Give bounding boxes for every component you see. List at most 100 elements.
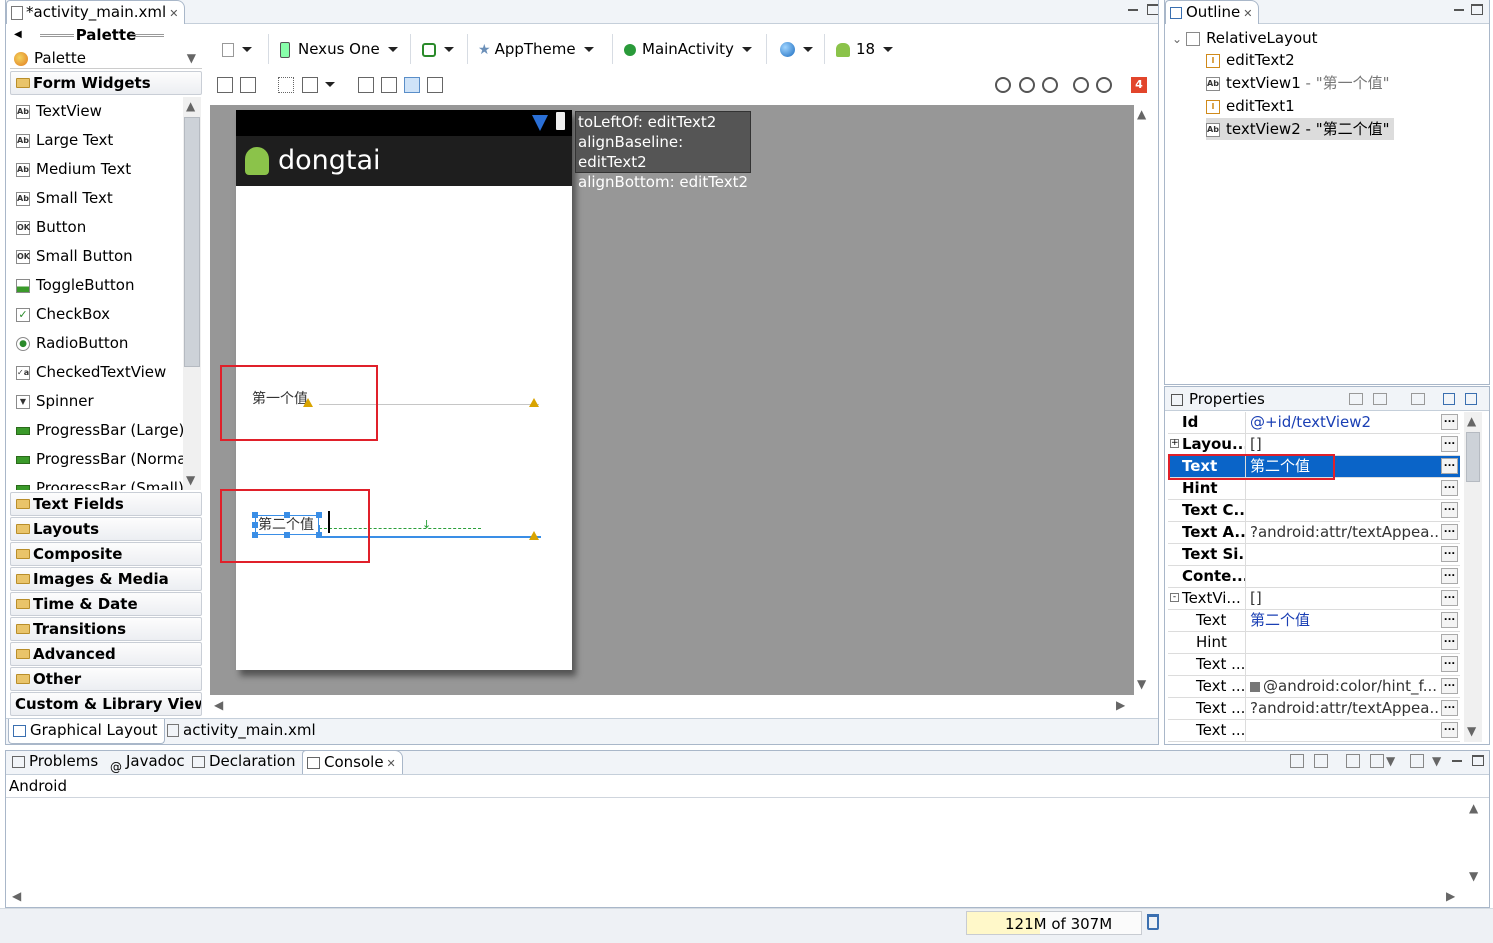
scroll-left-icon[interactable]: ◀ — [214, 698, 223, 712]
scroll-thumb[interactable] — [1466, 432, 1480, 482]
scroll-up-icon[interactable]: ▲ — [1137, 107, 1146, 121]
device-dropdown[interactable]: Nexus One — [280, 36, 398, 62]
close-icon[interactable]: ✕ — [169, 7, 178, 20]
scroll-down-icon[interactable]: ▼ — [186, 473, 195, 487]
align-baseline-icon[interactable] — [358, 77, 374, 93]
chevron-down-icon[interactable] — [325, 82, 335, 87]
property-value[interactable]: ?android:attr/textAppea... — [1248, 698, 1438, 719]
property-value[interactable]: 第二个值 — [1248, 610, 1438, 631]
palette-item[interactable]: OK Button — [16, 213, 186, 242]
scroll-down-icon[interactable]: ▼ — [1137, 677, 1146, 691]
property-row[interactable]: - TextVi...[]... — [1168, 588, 1460, 610]
property-row[interactable]: Text ... @android:color/hint_f...... — [1168, 676, 1460, 698]
expand-all-icon[interactable] — [1443, 393, 1455, 405]
scroll-down-icon[interactable]: ▼ — [1467, 724, 1476, 738]
edit-property-button[interactable]: ... — [1441, 722, 1458, 738]
property-row[interactable]: Text Si...... — [1168, 544, 1460, 566]
collapse-icon[interactable]: - — [1170, 593, 1179, 602]
edit-property-button[interactable]: ... — [1441, 678, 1458, 694]
palette-item[interactable]: ▼ Spinner — [16, 387, 186, 416]
scroll-lock-icon[interactable] — [1314, 754, 1328, 768]
tab-javadoc[interactable]: @ Javadoc — [106, 750, 191, 774]
property-value[interactable]: @android:color/hint_f... — [1248, 676, 1438, 697]
palette-item[interactable]: ● RadioButton — [16, 329, 186, 358]
palette-item[interactable]: Ab TextView — [16, 97, 186, 126]
edit-property-button[interactable]: ... — [1441, 612, 1458, 628]
align-parent-icon[interactable] — [427, 77, 443, 93]
heap-status[interactable]: 121M of 307M — [966, 911, 1142, 935]
property-row[interactable]: Text ... ?android:attr/textAppea...... — [1168, 698, 1460, 720]
collapse-all-icon[interactable] — [1465, 393, 1477, 405]
outline-item[interactable]: Ab textView2 - "第二个值" — [1206, 118, 1394, 140]
edit-property-button[interactable]: ... — [1441, 634, 1458, 650]
palette-item[interactable]: OK Small Button — [16, 242, 186, 271]
fill-height-icon[interactable] — [240, 77, 256, 93]
zoom-real-icon[interactable] — [1042, 77, 1058, 93]
display-console-icon[interactable] — [1370, 754, 1384, 768]
category-other[interactable]: Other — [10, 667, 202, 691]
close-icon[interactable]: ✕ — [387, 757, 396, 770]
editor-tab[interactable]: *activity_main.xml ✕ — [6, 0, 186, 24]
scroll-up-icon[interactable]: ▲ — [186, 99, 195, 113]
category-form-widgets[interactable]: Form Widgets — [10, 71, 202, 95]
category-text-fields[interactable]: Text Fields — [10, 492, 202, 516]
edit-property-button[interactable]: ... — [1441, 546, 1458, 562]
config-dropdown[interactable] — [222, 36, 252, 62]
property-row[interactable]: Text ...... — [1168, 720, 1460, 742]
category-composite[interactable]: Composite — [10, 542, 202, 566]
property-value[interactable]: @+id/textView2 — [1248, 412, 1438, 433]
close-icon[interactable]: ✕ — [1243, 7, 1252, 20]
zoom-fit-icon[interactable] — [995, 77, 1011, 93]
property-value[interactable] — [1248, 478, 1438, 499]
palette-item[interactable]: Ab Small Text — [16, 184, 186, 213]
category-transitions[interactable]: Transitions — [10, 617, 202, 641]
property-row[interactable]: Hint... — [1168, 632, 1460, 654]
scroll-down-icon[interactable]: ▼ — [1469, 869, 1478, 883]
locale-dropdown[interactable] — [780, 36, 813, 62]
canvas-scrollbar-v[interactable]: ▲ ▼ — [1134, 105, 1152, 695]
tab-console[interactable]: Console ✕ — [302, 750, 403, 774]
tab-declaration[interactable]: Declaration — [188, 750, 301, 774]
edit-property-button[interactable]: ... — [1441, 524, 1458, 540]
minimize-icon[interactable] — [1127, 4, 1139, 15]
zoom-out-icon[interactable] — [1073, 77, 1089, 93]
property-value[interactable] — [1248, 632, 1438, 653]
scroll-thumb[interactable] — [184, 117, 200, 367]
align-left-icon[interactable] — [404, 77, 420, 93]
property-row[interactable]: Text 第二个值... — [1168, 610, 1460, 632]
center-vertical-icon[interactable] — [381, 77, 397, 93]
tab-problems[interactable]: Problems — [8, 750, 104, 774]
clear-console-icon[interactable] — [1290, 754, 1304, 768]
minimize-icon[interactable] — [1452, 760, 1462, 762]
palette-item[interactable]: ✓ CheckBox — [16, 300, 186, 329]
outline-item[interactable]: Ab textView1 - "第一个值" — [1206, 72, 1390, 94]
console-scrollbar-v[interactable]: ▲ ▼ — [1466, 799, 1484, 887]
api-dropdown[interactable]: 18 — [836, 36, 894, 62]
palette-item[interactable]: ToggleButton — [16, 271, 186, 300]
expand-icon[interactable]: + — [1170, 439, 1179, 448]
palette-item[interactable]: Ab Medium Text — [16, 155, 186, 184]
maximize-icon[interactable] — [1147, 4, 1158, 15]
property-value[interactable] — [1248, 566, 1438, 587]
zoom-actual-icon[interactable] — [1019, 77, 1035, 93]
open-console-icon[interactable] — [1410, 754, 1424, 768]
tab-graphical-layout[interactable]: Graphical Layout — [8, 719, 165, 744]
property-row[interactable]: Hint... — [1168, 478, 1460, 500]
category-layouts[interactable]: Layouts — [10, 517, 202, 541]
scroll-left-icon[interactable]: ◀ — [12, 889, 21, 903]
maximize-icon[interactable] — [1472, 755, 1484, 766]
edit-property-button[interactable]: ... — [1441, 436, 1458, 452]
palette-scrollbar[interactable]: ▲ ▼ — [183, 97, 201, 490]
edit-property-button[interactable]: ... — [1441, 480, 1458, 496]
outline-item[interactable]: IeditText1 — [1206, 95, 1295, 117]
edit-property-button[interactable]: ... — [1441, 458, 1458, 474]
canvas-scrollbar-h[interactable]: ◀ ▶ — [210, 696, 1134, 716]
edit-property-button[interactable]: ... — [1441, 590, 1458, 606]
maximize-icon[interactable] — [1471, 4, 1483, 15]
tab-xml-source[interactable]: activity_main.xml — [163, 719, 322, 743]
scroll-right-icon[interactable]: ▶ — [1446, 889, 1455, 903]
property-row[interactable]: Conte...... — [1168, 566, 1460, 588]
edit-property-button[interactable]: ... — [1441, 656, 1458, 672]
property-value[interactable]: [] — [1248, 434, 1438, 455]
tab-outline[interactable]: Outline ✕ — [1165, 0, 1260, 24]
